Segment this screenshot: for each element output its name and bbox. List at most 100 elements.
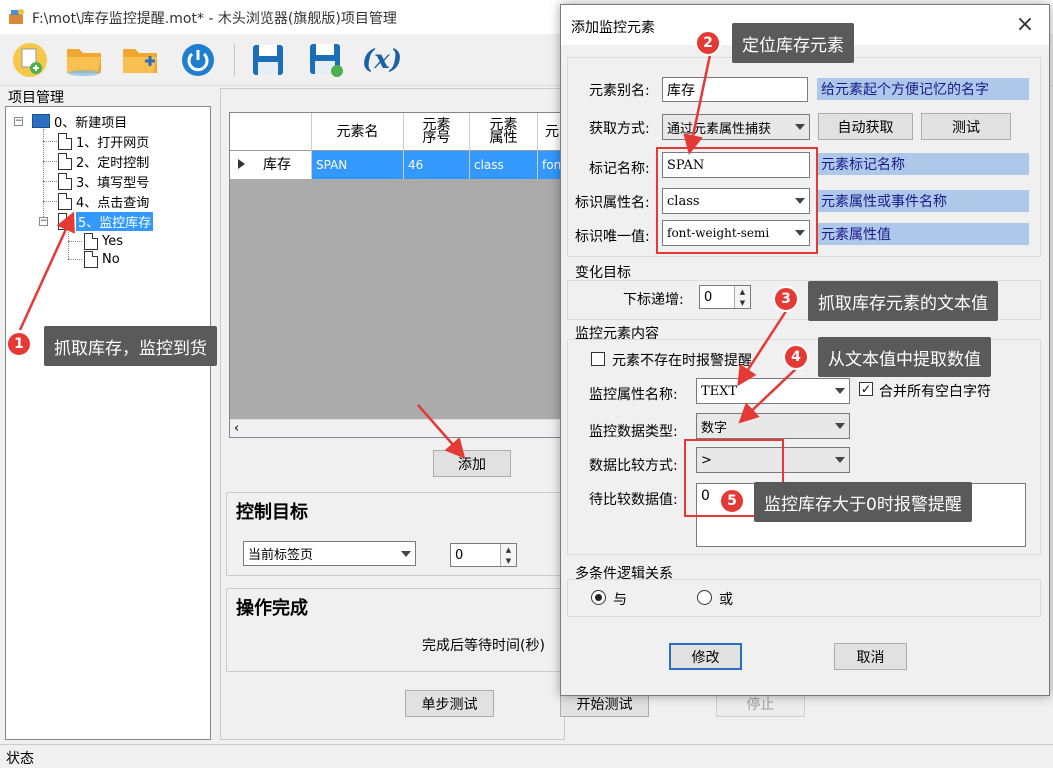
project-panel-label: 项目管理 bbox=[8, 90, 64, 106]
document-icon bbox=[84, 250, 98, 268]
document-icon bbox=[58, 172, 72, 190]
document-icon bbox=[58, 192, 72, 210]
and-label: 与 bbox=[613, 592, 627, 608]
unique-label: 标识唯一值: bbox=[575, 229, 650, 245]
step-test-button[interactable]: 单步测试 bbox=[405, 690, 494, 717]
app-logo-icon bbox=[8, 8, 26, 26]
add-folder-icon[interactable] bbox=[120, 40, 160, 80]
chevron-down-icon bbox=[401, 550, 411, 557]
document-icon bbox=[84, 232, 98, 250]
new-project-icon[interactable] bbox=[10, 40, 50, 80]
done-title: 操作完成 bbox=[236, 598, 308, 619]
annotation-callout-2: 定位库存元素 bbox=[732, 23, 854, 63]
cancel-button[interactable]: 取消 bbox=[834, 643, 907, 670]
collapse-icon[interactable]: − bbox=[14, 117, 23, 126]
modify-button[interactable]: 修改 bbox=[669, 643, 742, 670]
table-row[interactable]: 库存 SPAN 46 class font bbox=[230, 151, 566, 179]
unique-hint: 元素属性值 bbox=[817, 223, 1029, 245]
spin-down-icon[interactable]: ▼ bbox=[500, 555, 516, 566]
project-tree[interactable]: − 0、新建项目 1、打开网页 2、定时控制 3、填写型号 4、点击查询 − 5… bbox=[5, 106, 211, 740]
variable-icon[interactable]: (x) bbox=[362, 40, 402, 80]
tree-node-click-query[interactable]: 4、点击查询 bbox=[58, 191, 149, 211]
spin-up-icon[interactable]: ▲ bbox=[500, 544, 516, 555]
status-text: 状态 bbox=[6, 751, 34, 767]
highlight-locate-fields bbox=[656, 147, 818, 254]
data-type-select[interactable]: 数字 bbox=[696, 413, 850, 439]
chevron-down-icon bbox=[835, 388, 845, 394]
dialog-title: 添加监控元素 bbox=[571, 20, 655, 36]
alias-input[interactable]: 库存 bbox=[662, 77, 808, 102]
tree-node-timer[interactable]: 2、定时控制 bbox=[58, 151, 149, 171]
horizontal-scrollbar[interactable]: ‹ bbox=[230, 419, 566, 437]
mon-attr-select[interactable]: TEXT bbox=[696, 378, 850, 404]
target-index-stepper[interactable]: 0 ▲ ▼ bbox=[450, 543, 517, 567]
row-pointer-icon bbox=[238, 159, 245, 169]
annotation-callout-4: 从文本值中提取数值 bbox=[818, 337, 991, 377]
status-bar bbox=[0, 744, 1053, 768]
document-icon bbox=[58, 212, 72, 230]
or-label: 或 bbox=[719, 592, 733, 608]
tree-node-monitor-stock[interactable]: 5、监控库存 bbox=[58, 211, 154, 231]
chevron-down-icon bbox=[835, 423, 845, 429]
col-element-index[interactable]: 元素 序号 bbox=[404, 113, 470, 151]
tree-node-open-page[interactable]: 1、打开网页 bbox=[58, 131, 149, 151]
annotation-badge-3: 3 bbox=[773, 286, 799, 312]
annotation-badge-4: 4 bbox=[783, 344, 809, 370]
collapse-icon[interactable]: − bbox=[39, 217, 48, 226]
tree-node-fill-model[interactable]: 3、填写型号 bbox=[58, 171, 149, 191]
computer-icon bbox=[32, 114, 50, 128]
not-exist-checkbox[interactable] bbox=[591, 352, 605, 366]
tree-root[interactable]: 0、新建项目 bbox=[32, 111, 127, 131]
index-stepper[interactable]: 0 ▲ ▼ bbox=[699, 285, 751, 309]
row-name: 库存 bbox=[263, 157, 291, 173]
tree-line bbox=[43, 129, 44, 219]
chevron-left-icon[interactable]: ‹ bbox=[234, 421, 239, 436]
tree-node-yes[interactable]: Yes bbox=[84, 231, 123, 251]
mon-attr-label: 监控属性名称: bbox=[589, 387, 678, 403]
row-element: SPAN bbox=[312, 151, 404, 179]
auto-get-button[interactable]: 自动获取 bbox=[818, 113, 913, 140]
add-button[interactable]: 添加 bbox=[433, 450, 511, 477]
row-index: 46 bbox=[404, 151, 470, 179]
col-element-attr[interactable]: 元素 属性 bbox=[470, 113, 538, 151]
wait-time-label: 完成后等待时间(秒) bbox=[422, 638, 545, 654]
tree-node-no[interactable]: No bbox=[84, 249, 120, 269]
change-group-label: 变化目标 bbox=[575, 265, 631, 281]
chevron-down-icon bbox=[835, 457, 845, 463]
annotation-callout-5: 监控库存大于0时报警提醒 bbox=[754, 482, 972, 522]
tag-label: 标记名称: bbox=[589, 161, 650, 177]
and-radio[interactable] bbox=[591, 590, 606, 605]
not-exist-label: 元素不存在时报警提醒 bbox=[612, 353, 752, 369]
annotation-badge-2: 2 bbox=[695, 30, 721, 56]
compare-value-label: 待比较数据值: bbox=[589, 492, 678, 508]
method-label: 获取方式: bbox=[589, 121, 650, 137]
logic-group bbox=[567, 579, 1041, 617]
annotation-callout-1: 抓取库存，监控到货 bbox=[44, 326, 217, 366]
merge-checkbox[interactable]: ✓ bbox=[859, 382, 873, 396]
col-element-name[interactable]: 元素名 bbox=[312, 113, 404, 151]
index-label: 下标递增: bbox=[623, 292, 684, 308]
alias-label: 元素别名: bbox=[589, 83, 650, 99]
element-grid[interactable]: 元素名 元素 序号 元素 属性 元 库存 SPAN 46 class font … bbox=[229, 112, 566, 438]
save-icon[interactable] bbox=[248, 40, 288, 80]
attr-hint: 元素属性或事件名称 bbox=[817, 190, 1029, 212]
alias-hint: 给元素起个方便记忆的名字 bbox=[817, 78, 1029, 100]
row-attr: class bbox=[470, 151, 538, 179]
spin-down-icon[interactable]: ▼ bbox=[734, 297, 750, 308]
target-select[interactable]: 当前标签页 bbox=[243, 541, 416, 566]
compare-label: 数据比较方式: bbox=[589, 458, 678, 474]
document-icon bbox=[58, 132, 72, 150]
spin-up-icon[interactable]: ▲ bbox=[734, 286, 750, 297]
chevron-down-icon bbox=[795, 124, 805, 130]
close-icon[interactable]: × bbox=[1013, 14, 1037, 38]
save-as-icon[interactable] bbox=[306, 40, 346, 80]
method-select[interactable]: 通过元素属性捕获 bbox=[662, 114, 810, 140]
open-folder-icon[interactable] bbox=[64, 40, 104, 80]
tag-hint: 元素标记名称 bbox=[817, 153, 1029, 175]
toolbar-separator bbox=[234, 44, 235, 76]
or-radio[interactable] bbox=[697, 590, 712, 605]
power-icon[interactable] bbox=[178, 40, 218, 80]
test-button[interactable]: 测试 bbox=[921, 113, 1011, 140]
window-title: F:\mot\库存监控提醒.mot* - 木头浏览器(旗舰版)项目管理 bbox=[32, 11, 397, 27]
document-icon bbox=[58, 152, 72, 170]
